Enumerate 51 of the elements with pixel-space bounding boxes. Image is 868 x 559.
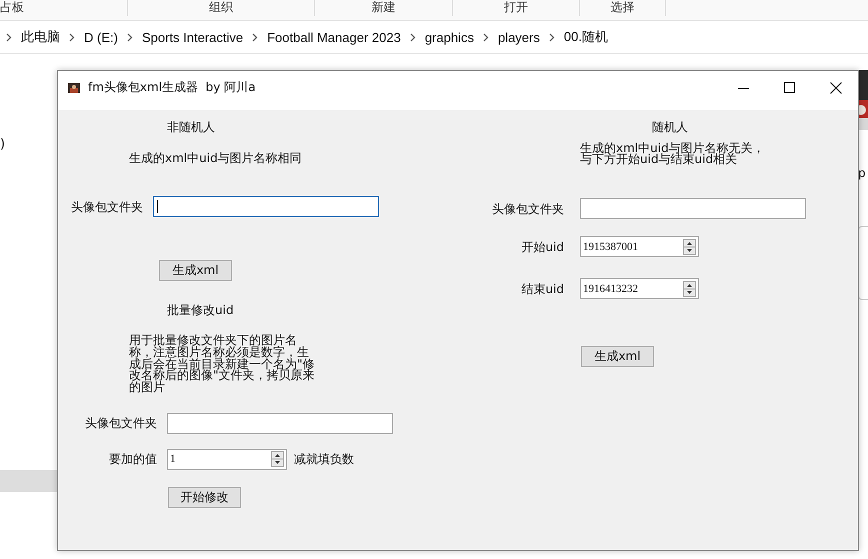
chevron-icon — [6, 32, 12, 42]
number-spinner[interactable]: 1916413232 — [580, 278, 699, 299]
close-icon[interactable] — [830, 82, 842, 94]
field-label: 头像包文件夹 — [71, 200, 143, 214]
spinner-arrows-icon[interactable] — [683, 238, 696, 254]
folder-input-field[interactable] — [580, 198, 806, 219]
list-row-highlight — [0, 470, 57, 492]
field-label: 结束uid — [520, 282, 564, 296]
field-label: 开始uid — [520, 240, 564, 254]
field-label: 要加的值 — [108, 452, 157, 466]
section-note: 生成的xml中uid与图片名称无关， 与下方开始uid与结束uid相关 — [580, 143, 765, 165]
section-heading: 批量修改uid — [167, 303, 234, 317]
field-label: 头像包文件夹 — [85, 416, 157, 430]
start-modify-button[interactable]: 开始修改 — [168, 486, 241, 508]
spinner-arrows-icon[interactable] — [271, 451, 284, 468]
section-heading: 随机人 — [652, 120, 688, 134]
chevron-icon — [410, 32, 416, 42]
ribbon-group-label: 打开 — [453, 0, 580, 16]
breadcrumb-item[interactable]: players — [498, 30, 540, 44]
folder-input-field[interactable] — [167, 412, 393, 434]
number-spinner[interactable]: 1915387001 — [580, 236, 699, 257]
breadcrumb-item[interactable]: graphics — [424, 30, 474, 44]
app-icon — [68, 82, 80, 92]
field-hint: 减就填负数 — [294, 452, 354, 466]
generate-xml-button[interactable]: 生成xml — [581, 346, 654, 367]
chevron-icon — [548, 32, 555, 42]
section-heading: 非随机人 — [167, 120, 215, 134]
number-spinner[interactable]: 1 — [167, 448, 287, 470]
chevron-icon — [126, 32, 133, 42]
chevron-icon — [482, 32, 489, 42]
window-title: fm头像包xml生成器 by 阿川a — [88, 79, 256, 96]
breadcrumb-item[interactable]: Football Manager 2023 — [267, 30, 401, 44]
ribbon-group-label: 组织 — [128, 0, 315, 16]
breadcrumb-item[interactable]: 00.随机 — [564, 28, 608, 46]
generate-xml-button[interactable]: 生成xml — [159, 260, 232, 281]
spinner-arrows-icon[interactable] — [683, 280, 696, 296]
breadcrumb-item[interactable]: Sports Interactive — [142, 30, 244, 44]
breadcrumb-item[interactable]: D (E:) — [84, 30, 118, 44]
section-note: 生成的xml中uid与图片名称相同 — [129, 151, 302, 165]
ribbon-group-label: 占板 — [0, 0, 128, 16]
cut-off-text: ) — [0, 137, 6, 152]
ribbon-group-label: 选择 — [580, 0, 666, 16]
ribbon-group-label: 新建 — [315, 0, 453, 16]
chevron-icon — [69, 32, 75, 42]
folder-input-field[interactable] — [153, 196, 379, 217]
chevron-icon — [252, 32, 258, 42]
cut-off-text: p — [858, 166, 866, 180]
field-label: 头像包文件夹 — [492, 202, 564, 216]
breadcrumb-item[interactable]: 此电脑 — [21, 28, 60, 46]
maximize-icon[interactable] — [784, 82, 796, 94]
section-description: 用于批量修改文件夹下的图片名称，注意图片名称必须是数字，生成后会在当前目录新建一个名为"修改名称后的图像"文件夹，拷贝原来的图片 — [129, 335, 315, 394]
